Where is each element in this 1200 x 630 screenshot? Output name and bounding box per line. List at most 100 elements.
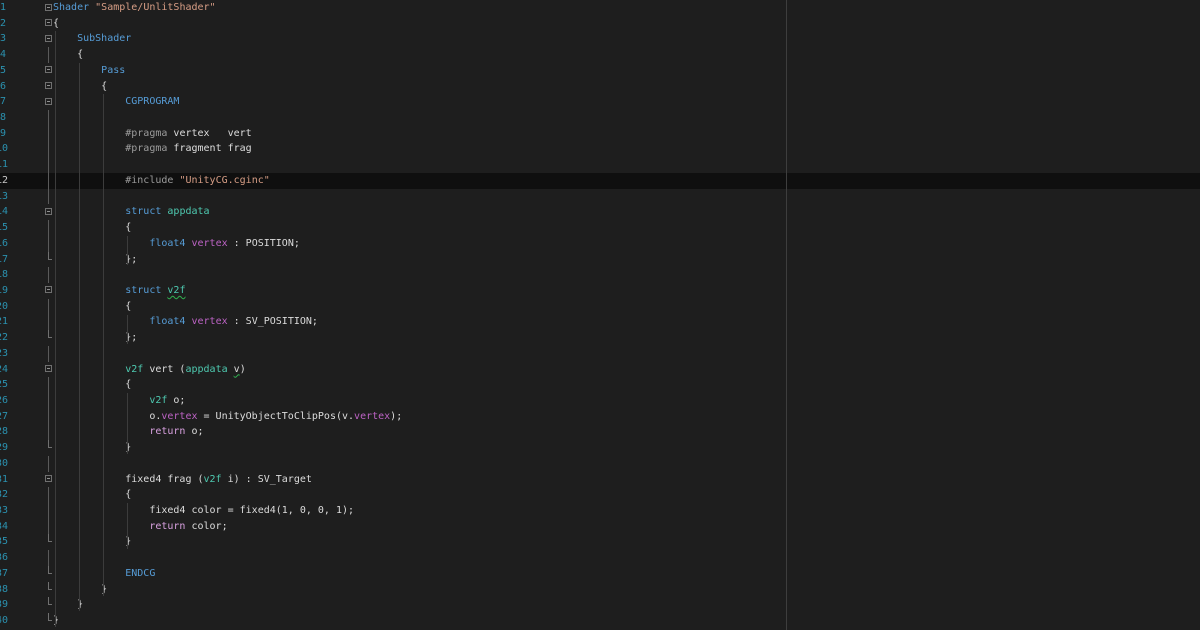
code-line[interactable]: 6 { xyxy=(0,79,1200,95)
collapse-region-icon[interactable] xyxy=(45,286,52,294)
code-line[interactable]: 11 xyxy=(0,157,1200,173)
code-text[interactable]: }; xyxy=(53,252,137,268)
code-text[interactable]: v2f vert (appdata v) xyxy=(53,362,246,378)
code-text[interactable]: #include "UnityCG.cginc" xyxy=(53,173,270,189)
collapse-region-icon[interactable] xyxy=(45,475,52,483)
code-token: float4 xyxy=(149,237,186,249)
collapse-region-icon[interactable] xyxy=(45,82,52,90)
code-line[interactable]: 35 } xyxy=(0,534,1200,550)
code-line[interactable]: 25 { xyxy=(0,377,1200,393)
code-lines[interactable]: 1 Shader "Sample/UnlitShader" 2{3 SubShade… xyxy=(0,0,1200,629)
code-text[interactable]: { xyxy=(53,299,131,315)
code-line[interactable]: 26 v2f o; xyxy=(0,392,1200,409)
code-line[interactable]: 15 { xyxy=(0,220,1200,236)
code-line[interactable]: 7 CGPROGRAM xyxy=(0,94,1200,110)
code-text[interactable]: }; xyxy=(53,330,137,346)
code-text[interactable]: float4 vertex : POSITION; xyxy=(53,236,300,252)
code-text[interactable]: fixed4 frag (v2f i) : SV_Target xyxy=(53,472,312,488)
line-number: 12 xyxy=(0,174,8,186)
code-line[interactable]: 31 fixed4 frag (v2f i) : SV_Target xyxy=(0,472,1200,488)
code-text[interactable]: struct appdata xyxy=(53,204,209,220)
code-line[interactable]: 3 SubShader xyxy=(0,31,1200,47)
code-line[interactable]: 9 #pragma vertex vert xyxy=(0,125,1200,142)
code-text[interactable]: o.vertex = UnityObjectToClipPos(v.vertex… xyxy=(53,409,402,425)
code-line[interactable]: 27 o.vertex = UnityObjectToClipPos(v.ver… xyxy=(0,408,1200,425)
code-text[interactable]: return o; xyxy=(53,424,203,440)
code-line[interactable]: 40} xyxy=(0,613,1200,629)
code-text[interactable]: struct v2f xyxy=(53,283,185,299)
code-editor[interactable]: 1 Shader "Sample/UnlitShader" 2{3 SubShade… xyxy=(0,0,1200,630)
line-number: 3 xyxy=(0,33,7,45)
code-text[interactable]: } xyxy=(53,534,131,550)
code-text[interactable]: float4 vertex : SV_POSITION; xyxy=(53,314,318,330)
code-line[interactable]: 18 xyxy=(0,267,1200,283)
code-line[interactable]: 36 xyxy=(0,550,1200,566)
code-text[interactable]: { xyxy=(53,377,131,393)
collapse-region-icon[interactable] xyxy=(45,97,52,105)
line-number: 1 xyxy=(0,2,7,13)
code-line[interactable]: 38 } xyxy=(0,581,1200,598)
code-text[interactable]: } xyxy=(53,440,131,456)
collapse-region-icon[interactable] xyxy=(45,365,52,373)
collapse-region-icon[interactable] xyxy=(45,66,52,74)
code-text[interactable]: SubShader xyxy=(53,31,131,47)
code-line[interactable]: 19 struct v2f xyxy=(0,283,1200,299)
line-number: 4 xyxy=(0,49,7,61)
code-text[interactable]: fixed4 color = fixed4(1, 0, 0, 1); xyxy=(53,503,354,519)
code-line[interactable]: 16 float4 vertex : POSITION; xyxy=(0,235,1200,252)
code-text[interactable]: v2f o; xyxy=(53,393,185,409)
code-line[interactable]: 2{ xyxy=(0,16,1200,32)
code-line[interactable]: 23 xyxy=(0,345,1200,362)
code-line[interactable]: 21 float4 vertex : SV_POSITION; xyxy=(0,314,1200,331)
code-text[interactable]: ENDCG xyxy=(53,566,155,582)
line-number: 30 xyxy=(0,457,8,469)
code-token: SubShader xyxy=(77,33,132,45)
code-line[interactable]: 37 ENDCG xyxy=(0,565,1200,582)
code-line[interactable]: 29 } xyxy=(0,440,1200,456)
collapse-region-icon[interactable] xyxy=(45,207,52,215)
region-end-marker xyxy=(48,565,52,574)
code-line[interactable]: 20 { xyxy=(0,298,1200,315)
code-token: ) xyxy=(239,363,246,375)
code-token: vertex xyxy=(161,410,198,422)
code-text[interactable]: CGPROGRAM xyxy=(53,94,179,110)
code-text[interactable]: { xyxy=(53,487,131,503)
collapse-region-icon[interactable] xyxy=(45,19,52,27)
code-line[interactable]: 14 struct appdata xyxy=(0,204,1200,220)
code-line[interactable]: 32 { xyxy=(0,487,1200,503)
line-number: 10 xyxy=(0,143,8,155)
code-text[interactable]: Shader "Sample/UnlitShader" xyxy=(53,0,216,16)
line-number: 7 xyxy=(0,96,7,108)
code-line[interactable]: 4 { xyxy=(0,47,1200,63)
code-line[interactable]: 17 }; xyxy=(0,251,1200,268)
code-text[interactable]: #pragma fragment frag xyxy=(53,141,251,157)
code-line[interactable]: 10 #pragma fragment frag xyxy=(0,141,1200,158)
code-text[interactable]: Pass xyxy=(53,63,125,79)
code-line[interactable]: 12 #include "UnityCG.cginc" xyxy=(0,172,1200,189)
code-line[interactable]: 33 fixed4 color = fixed4(1, 0, 0, 1); xyxy=(0,503,1200,519)
code-text[interactable]: } xyxy=(53,613,59,629)
code-text[interactable]: { xyxy=(53,47,83,63)
code-text[interactable]: #pragma vertex vert xyxy=(53,126,251,142)
code-line[interactable]: 28 return o; xyxy=(0,424,1200,441)
code-line[interactable]: 13 xyxy=(0,188,1200,205)
code-text[interactable]: { xyxy=(53,16,59,32)
code-text[interactable]: } xyxy=(53,582,107,598)
code-line[interactable]: 1 Shader "Sample/UnlitShader" xyxy=(0,0,1200,16)
code-text[interactable]: { xyxy=(53,220,131,236)
code-line[interactable]: 34 return color; xyxy=(0,518,1200,535)
code-text[interactable]: { xyxy=(53,79,107,95)
code-line[interactable]: 8 xyxy=(0,110,1200,126)
code-line[interactable]: 5 Pass xyxy=(0,63,1200,79)
line-number: 31 xyxy=(0,473,8,485)
indent-guide xyxy=(127,393,128,455)
code-line[interactable]: 22 }; xyxy=(0,330,1200,346)
code-line[interactable]: 24 v2f vert (appdata v) xyxy=(0,362,1200,378)
code-line[interactable]: 30 xyxy=(0,455,1200,472)
code-line[interactable]: 39 } xyxy=(0,597,1200,613)
collapse-region-icon[interactable] xyxy=(45,3,52,11)
collapse-region-icon[interactable] xyxy=(45,34,52,42)
